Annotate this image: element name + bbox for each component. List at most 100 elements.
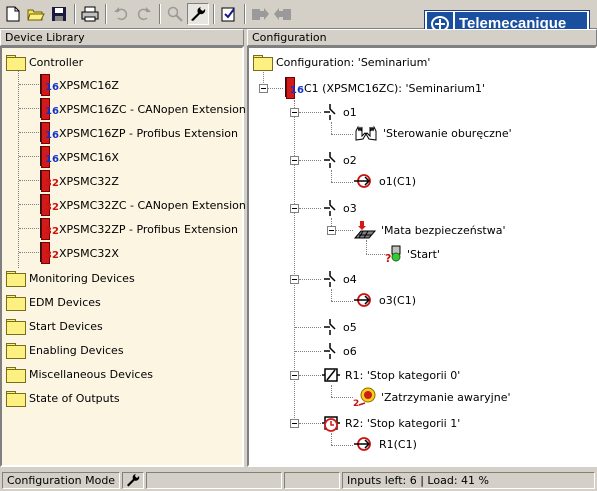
save-icon[interactable] [48,3,70,25]
config-output[interactable]: o5 [321,318,357,336]
plc-32-icon: 32 [39,170,59,192]
output-label: o5 [343,320,357,334]
device-item[interactable]: 32 XPSMC32X [39,242,119,264]
safety-mat-icon [353,221,377,239]
collapse-toggle[interactable] [259,84,268,93]
config-device[interactable]: ? 'Start' [385,244,440,264]
plc-16-icon: 16 [39,98,59,120]
contact-icon [321,151,339,169]
status-inputs-load: Inputs left: 6 | Load: 41 % [342,472,595,489]
device-name: XPSMC16X [59,150,119,164]
contact-icon [321,199,339,217]
collapse-toggle[interactable] [290,275,299,284]
config-output[interactable]: o4 [321,270,357,288]
category-label: Miscellaneous Devices [29,368,153,381]
device-item[interactable]: 32 XPSMC32ZP - Profibus Extension [39,218,238,240]
category-label: Enabling Devices [29,344,124,357]
status-wrench-icon [122,472,144,489]
link-arrow-icon [353,173,375,189]
config-link[interactable]: R1(C1) [353,436,417,452]
controller-name: C1 (XPSMC16ZC): 'Seminarium1' [304,81,486,95]
wrench-icon[interactable] [187,3,209,25]
device-label: 'Mata bezpieczeństwa' [381,223,506,237]
device-item[interactable]: 32 XPSMC32Z [39,170,119,192]
print-icon[interactable] [79,3,101,25]
collapse-toggle[interactable] [290,108,299,117]
output-label: o2 [343,153,357,167]
config-relay[interactable]: R1: 'Stop kategorii 0' [321,366,460,384]
config-device[interactable]: 2 'Zatrzymanie awaryjne' [353,387,511,407]
device-name: XPSMC16ZC - CANopen Extension [59,102,246,116]
status-bar: Configuration Mode Inputs left: 6 | Load… [0,470,597,491]
config-output[interactable]: o6 [321,342,357,360]
category-label: Monitoring Devices [29,272,135,285]
folder-icon [6,295,26,311]
collapse-toggle[interactable] [327,226,336,235]
tree-item-category[interactable]: Enabling Devices [6,343,124,359]
tree-item-category[interactable]: EDM Devices [6,295,101,311]
category-label: Start Devices [29,320,103,333]
transfer-to-device-icon[interactable] [249,3,271,25]
device-item[interactable]: 32 XPSMC32ZC - CANopen Extension [39,194,246,216]
folder-icon [6,391,26,407]
status-panel [146,472,282,489]
collapse-toggle[interactable] [290,419,299,428]
folder-icon [6,271,26,287]
collapse-toggle[interactable] [290,204,299,213]
contact-icon [321,342,339,360]
tree-item-category[interactable]: Miscellaneous Devices [6,367,153,383]
device-item[interactable]: 16 XPSMC16ZC - CANopen Extension [39,98,246,120]
timed-relay-icon [321,414,341,432]
config-root[interactable]: Configuration: 'Seminarium' [253,55,430,71]
plc-32-icon: 32 [39,194,59,216]
relay-icon [321,366,341,384]
two-hand-control-icon [353,125,379,141]
collapse-toggle[interactable] [290,371,299,380]
config-device[interactable]: 'Mata bezpieczeństwa' [353,221,506,239]
config-output[interactable]: o2 [321,151,357,169]
configuration-panel[interactable]: Configuration: 'Seminarium' 16 C1 (XPSMC… [247,46,597,467]
device-item[interactable]: 16 XPSMC16ZP - Profibus Extension [39,122,238,144]
category-label: EDM Devices [29,296,101,309]
redo-icon[interactable] [133,3,155,25]
link-label: o3(C1) [379,293,416,307]
tree-item-category[interactable]: State of Outputs [6,391,120,407]
svg-text:?: ? [385,252,391,264]
config-device[interactable]: 'Sterowanie oburęczne' [353,125,512,141]
undo-icon[interactable] [110,3,132,25]
tree-item-category[interactable]: Monitoring Devices [6,271,135,287]
collapse-toggle[interactable] [290,156,299,165]
configuration-header: Configuration [247,29,597,46]
output-label: o1 [343,105,357,119]
link-arrow-icon [353,292,375,308]
output-label: o4 [343,272,357,286]
plc-32-icon: 32 [39,242,59,264]
tree-item-controller[interactable]: Controller [6,55,83,71]
config-relay[interactable]: R2: 'Stop kategorii 1' [321,414,460,432]
device-name: XPSMC32ZC - CANopen Extension [59,198,246,212]
tree-item-category[interactable]: Start Devices [6,319,103,335]
config-link[interactable]: o3(C1) [353,292,416,308]
folder-icon [6,343,26,359]
transfer-from-device-icon[interactable] [272,3,294,25]
device-item[interactable]: 16 XPSMC16Z [39,74,119,96]
device-library-panel[interactable]: Controller 16 XPSMC16Z 16 XPSMC16ZC - CA… [0,46,246,467]
open-folder-icon[interactable] [25,3,47,25]
contact-icon [321,270,339,288]
device-name: XPSMC32ZP - Profibus Extension [59,222,239,236]
config-output[interactable]: o3 [321,199,357,217]
relay-label: R1: 'Stop kategorii 0' [345,368,461,382]
validate-icon[interactable] [218,3,240,25]
search-icon[interactable] [164,3,186,25]
folder-icon [6,367,26,383]
new-file-icon[interactable] [2,3,24,25]
config-link[interactable]: o1(C1) [353,173,416,189]
config-output[interactable]: o1 [321,103,357,121]
plc-16-icon: 16 [39,146,59,168]
device-item[interactable]: 16 XPSMC16X [39,146,119,168]
plc-16-icon: 16 [39,122,59,144]
plc-16-icon: 16 [284,77,304,99]
config-controller[interactable]: 16 C1 (XPSMC16ZC): 'Seminarium1' [284,77,485,99]
link-label: o1(C1) [379,174,416,188]
start-button-icon: ? [385,244,403,264]
